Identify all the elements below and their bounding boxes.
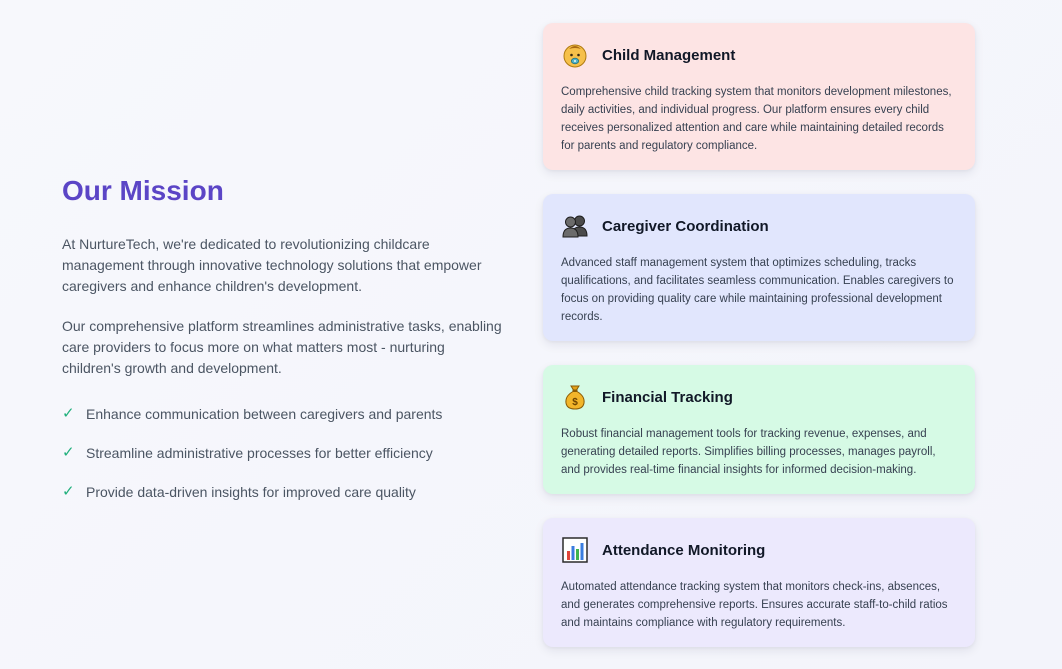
feature-card-title: Caregiver Coordination [602,217,769,235]
checklist-item-label: Streamline administrative processes for … [86,445,433,461]
mission-paragraph-1: At NurtureTech, we're dedicated to revol… [62,236,482,294]
svg-text:$: $ [572,397,578,408]
feature-card-attendance-monitoring: Attendance Monitoring Automated attendan… [543,518,975,647]
checklist-item: ✓ Provide data-driven insights for impro… [62,483,502,501]
feature-card-child-management: Child Management Comprehensive child tra… [543,23,975,170]
mission-section: Our Mission At NurtureTech, we're dedica… [62,174,502,522]
feature-card-description: Robust financial management tools for tr… [561,428,936,476]
check-icon: ✓ [62,483,75,500]
bar-chart-icon [561,536,589,564]
feature-card-description: Comprehensive child tracking system that… [561,86,952,152]
check-icon: ✓ [62,405,75,422]
check-icon: ✓ [62,444,75,461]
feature-card-description: Advanced staff management system that op… [561,257,954,323]
people-silhouette-icon [561,212,589,240]
feature-card-financial-tracking: $ Financial Tracking Robust financial ma… [543,365,975,494]
checklist-item: ✓ Enhance communication between caregive… [62,405,502,423]
checklist-item-label: Enhance communication between caregivers… [86,406,443,422]
money-bag-icon: $ [561,383,589,411]
feature-card-caregiver-coordination: Caregiver Coordination Advanced staff ma… [543,194,975,341]
mission-paragraph-2: Our comprehensive platform streamlines a… [62,318,502,376]
mission-title: Our Mission [62,175,224,206]
baby-face-icon [561,41,589,69]
checklist-item-label: Provide data-driven insights for improve… [86,484,416,500]
feature-card-title: Financial Tracking [602,388,733,406]
feature-card-description: Automated attendance tracking system tha… [561,581,948,629]
checklist-item: ✓ Streamline administrative processes fo… [62,444,502,462]
feature-card-title: Attendance Monitoring [602,541,766,559]
mission-checklist: ✓ Enhance communication between caregive… [62,405,502,501]
feature-card-title: Child Management [602,46,736,64]
